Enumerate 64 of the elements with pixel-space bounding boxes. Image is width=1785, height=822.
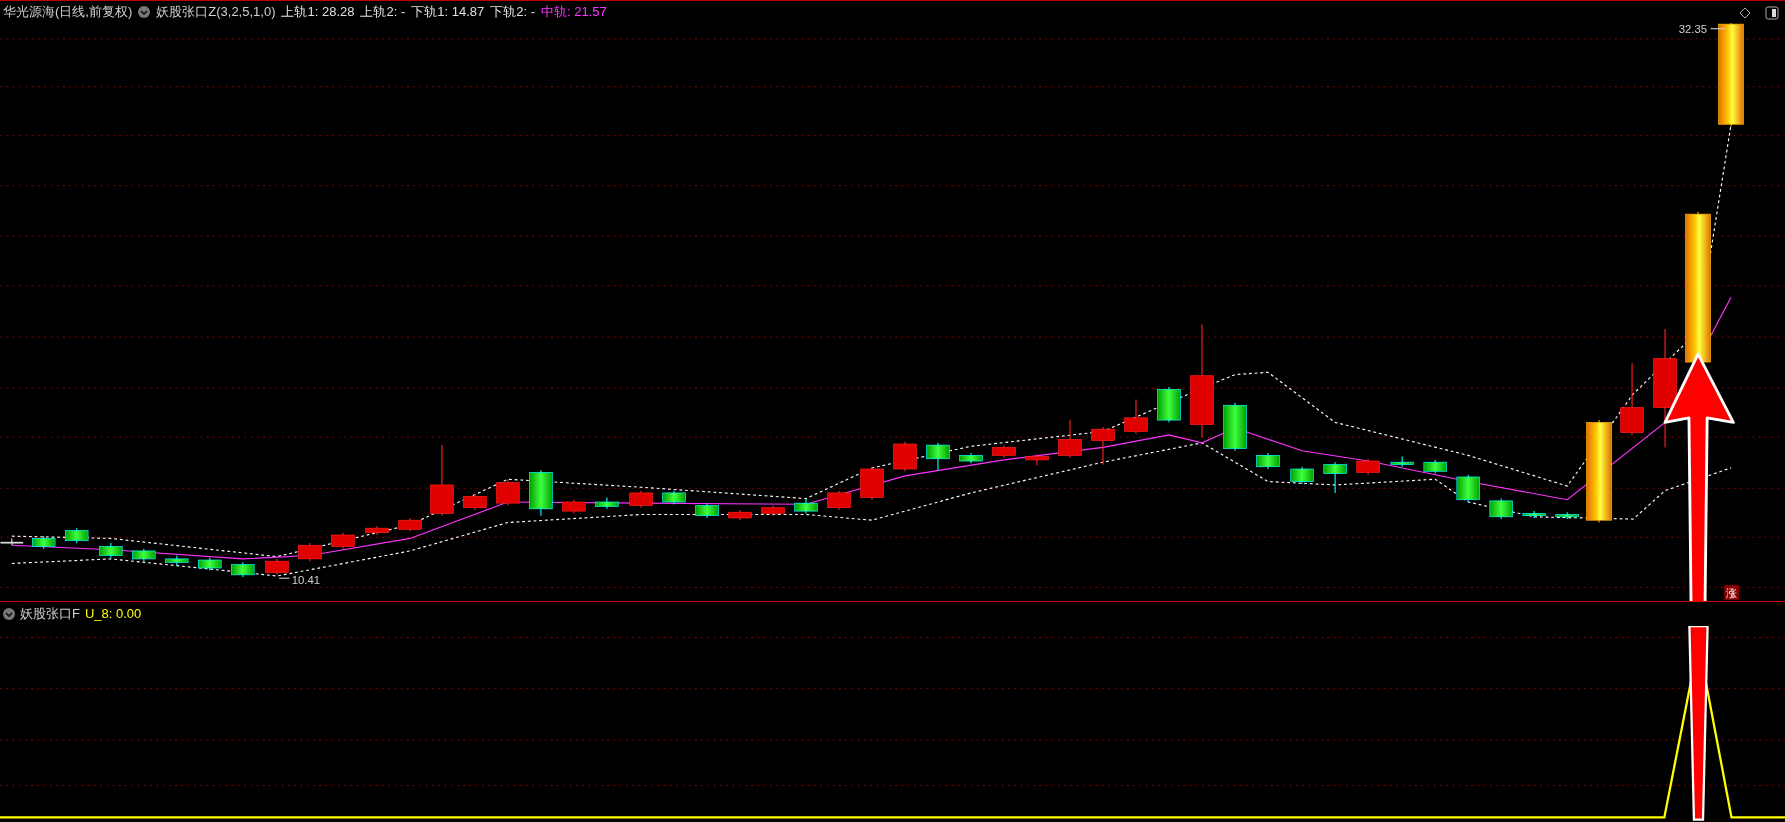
- candlestick: [231, 561, 255, 578]
- candlestick: [529, 469, 553, 517]
- candlestick: [959, 452, 983, 464]
- leader-line: [1710, 28, 1726, 30]
- indicator-value: 下轨1: 14.87: [411, 3, 485, 22]
- indicator-value: 上轨1: 28.28: [281, 3, 355, 22]
- candlestick: [398, 517, 422, 533]
- candlestick: [761, 504, 785, 517]
- candlestick: [695, 502, 719, 519]
- candlestick: [926, 442, 950, 471]
- candlestick: [165, 554, 189, 567]
- candlestick: [728, 509, 752, 521]
- candlestick: [1025, 453, 1049, 467]
- candlestick: [1157, 386, 1181, 423]
- candlestick: [1356, 458, 1380, 476]
- candlestick: [331, 532, 355, 550]
- candlestick: [662, 490, 686, 505]
- indicator-name: 妖股张口Z(3,2,5,1,0): [156, 3, 276, 22]
- panel-toggle-icon[interactable]: [1765, 6, 1779, 20]
- candlestick: [298, 542, 322, 562]
- candlestick: [595, 496, 619, 510]
- candlestick: [1290, 466, 1314, 485]
- candlestick: [860, 466, 884, 501]
- candlestick: [1456, 474, 1480, 503]
- candlestick: [1390, 455, 1414, 468]
- candlestick: [1423, 459, 1447, 475]
- indicator-value: 上轨2: -: [360, 3, 406, 22]
- candlestick: [794, 498, 818, 514]
- candlestick: [496, 478, 520, 506]
- collapse-icon[interactable]: [138, 6, 151, 18]
- diamond-icon[interactable]: [1739, 7, 1751, 19]
- candlestick: [365, 525, 389, 536]
- candlestick: [1091, 426, 1115, 466]
- candlestick: [1522, 510, 1546, 519]
- candlestick: [132, 548, 156, 562]
- candlestick: [64, 527, 89, 544]
- candlestick: [1223, 402, 1247, 452]
- candlestick: [1058, 419, 1082, 459]
- candlestick: [265, 558, 289, 576]
- low-price-label: 10.41: [291, 573, 321, 586]
- candlestick: [1124, 399, 1148, 435]
- candlestick: [1256, 452, 1280, 470]
- candlestick: [1323, 461, 1347, 494]
- rise-badge: 涨: [1724, 585, 1739, 600]
- indicator-value: U_8: 0.00: [84, 605, 142, 624]
- candlestick: [562, 499, 586, 514]
- candlestick: [463, 493, 487, 511]
- candlestick: [893, 441, 917, 472]
- candlestick: [99, 542, 123, 559]
- candlestick: [0, 537, 24, 546]
- collapse-icon[interactable]: [3, 608, 15, 620]
- leader-line: [278, 577, 291, 579]
- candlestick: [32, 535, 56, 550]
- indicator-value: 下轨2: -: [490, 3, 536, 22]
- candlestick: [629, 490, 653, 509]
- high-price-label: 32.35: [1678, 23, 1708, 36]
- candlestick: [1489, 498, 1513, 520]
- candlestick: [827, 490, 851, 511]
- indicator-name: 妖股张口F: [20, 605, 80, 624]
- candlestick: [992, 444, 1016, 459]
- candlestick: [1555, 511, 1579, 520]
- indicator-value: 中轨: 21.57: [541, 3, 607, 22]
- stock-name: 华光源海(日线,前复权): [3, 3, 133, 22]
- candlestick: [198, 557, 222, 571]
